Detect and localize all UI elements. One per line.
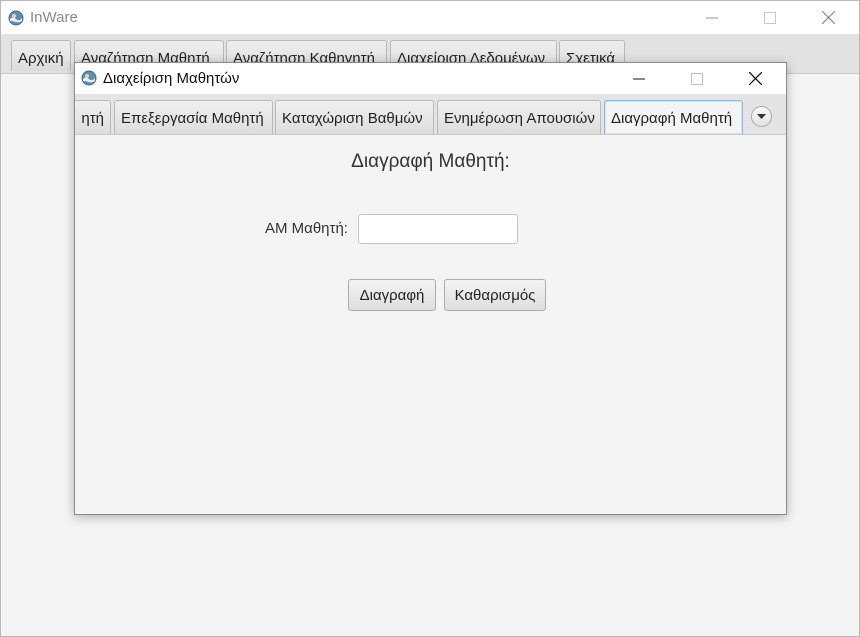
tab-home[interactable]: Αρχική [11, 40, 71, 71]
close-button[interactable] [799, 1, 857, 34]
minimize-icon [706, 12, 718, 24]
maximize-icon [764, 11, 776, 24]
tab-edit-student[interactable]: Επεξεργασία Μαθητή [114, 100, 273, 134]
maximize-button[interactable] [741, 1, 799, 34]
dialog-title: Διαχείριση Μαθητών [103, 70, 240, 87]
am-input[interactable] [358, 214, 518, 244]
student-management-dialog: Διαχείριση Μαθητών ητή Επεξεργασία Μαθητ… [74, 62, 787, 515]
app-globe-icon [81, 70, 97, 86]
window-title: InWare [30, 9, 78, 26]
close-icon [821, 11, 835, 24]
close-icon [748, 72, 762, 85]
delete-student-panel: Διαγραφή Μαθητή: ΑΜ Μαθητή: Διαγραφή Καθ… [75, 135, 786, 514]
dialog-maximize-button[interactable] [668, 63, 726, 94]
tab-absence-update[interactable]: Ενημέρωση Απουσιών [437, 100, 601, 134]
dialog-minimize-button[interactable] [610, 63, 668, 94]
dialog-tabbar: ητή Επεξεργασία Μαθητή Καταχώριση Βαθμών… [75, 94, 786, 135]
form-heading: Διαγραφή Μαθητή: [351, 151, 510, 172]
tab-delete-student[interactable]: Διαγραφή Μαθητή [604, 100, 743, 134]
main-titlebar: InWare [1, 1, 859, 34]
app-globe-icon [8, 10, 24, 26]
tabs-overflow-button[interactable] [751, 106, 772, 127]
clear-button[interactable]: Καθαρισμός [444, 279, 546, 311]
dialog-close-button[interactable] [726, 63, 784, 94]
tab-add-student[interactable]: ητή [75, 100, 111, 134]
chevron-down-icon [757, 113, 766, 120]
maximize-icon [691, 72, 703, 85]
minimize-button[interactable] [683, 1, 741, 34]
delete-button[interactable]: Διαγραφή [348, 279, 436, 311]
tab-grade-entry[interactable]: Καταχώριση Βαθμών [275, 100, 434, 134]
dialog-titlebar: Διαχείριση Μαθητών [75, 63, 786, 94]
am-label: ΑΜ Μαθητή: [265, 220, 348, 237]
minimize-icon [633, 73, 645, 85]
